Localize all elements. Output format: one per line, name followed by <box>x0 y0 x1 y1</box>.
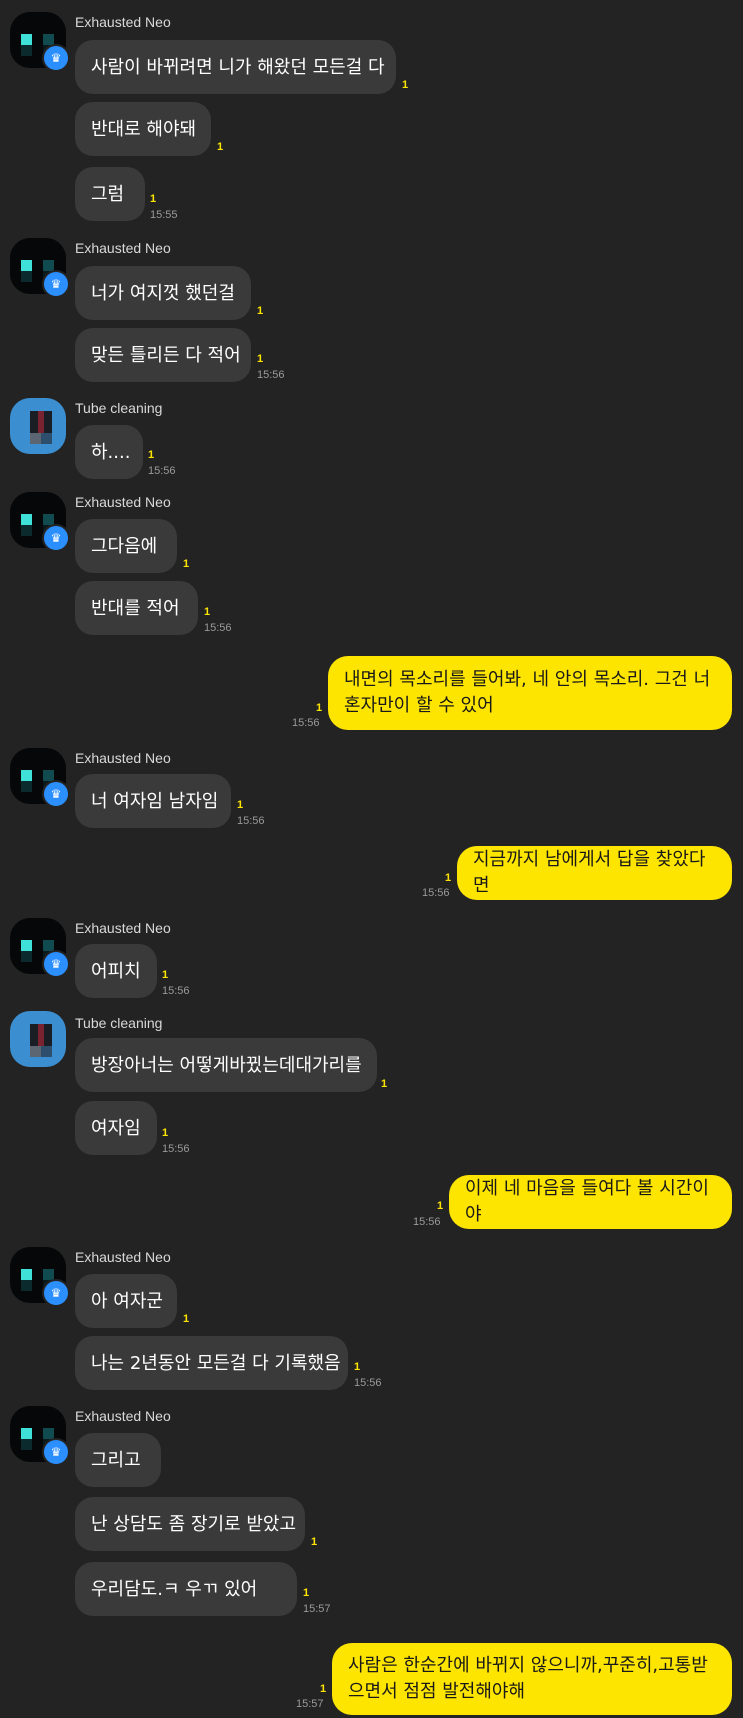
timestamp: 15:56 <box>422 887 450 899</box>
unread-count: 1 <box>402 79 409 91</box>
unread-count: 1 <box>303 1587 310 1599</box>
timestamp: 15:56 <box>162 985 190 997</box>
timestamp: 15:56 <box>413 1216 441 1228</box>
unread-count: 1 <box>162 969 169 981</box>
crown-icon: ♛ <box>42 1438 70 1466</box>
avatar[interactable]: ♛ <box>10 492 70 552</box>
crown-icon: ♛ <box>42 1279 70 1307</box>
message-bubble[interactable]: 어피치 <box>75 944 157 998</box>
message-bubble[interactable]: 우리담도.ㅋ 우ㄲ 있어 <box>75 1562 297 1616</box>
timestamp: 15:56 <box>162 1143 190 1155</box>
timestamp: 15:56 <box>237 815 265 827</box>
unread-count: 1 <box>320 1683 327 1695</box>
sender-name: Exhausted Neo <box>75 1408 171 1424</box>
crown-icon: ♛ <box>42 524 70 552</box>
avatar[interactable]: ♛ <box>10 1247 70 1307</box>
message-bubble[interactable]: 너 여자임 남자임 <box>75 774 231 828</box>
crown-icon: ♛ <box>42 44 70 72</box>
message-bubble[interactable]: 나는 2년동안 모든걸 다 기록했음 <box>75 1336 348 1390</box>
unread-count: 1 <box>183 558 190 570</box>
my-message-bubble[interactable]: 내면의 목소리를 들어봐, 네 안의 목소리. 그건 너 혼자만이 할 수 있어 <box>328 656 732 730</box>
sender-name: Exhausted Neo <box>75 920 171 936</box>
sender-name: Tube cleaning <box>75 400 163 416</box>
avatar[interactable]: ♛ <box>10 238 70 298</box>
avatar[interactable]: ♛ <box>10 1406 70 1466</box>
unread-count: 1 <box>381 1078 388 1090</box>
sender-name: Exhausted Neo <box>75 14 171 30</box>
message-bubble[interactable]: 아 여자군 <box>75 1274 177 1328</box>
my-message-bubble[interactable]: 이제 네 마음을 들여다 볼 시간이야 <box>449 1175 732 1229</box>
timestamp: 15:56 <box>257 369 285 381</box>
avatar[interactable]: ♛ <box>10 12 70 72</box>
message-bubble[interactable]: 그리고 <box>75 1433 161 1487</box>
unread-count: 1 <box>437 1200 444 1212</box>
unread-count: 1 <box>150 193 157 205</box>
message-bubble[interactable]: 방장아너는 어떻게바뀠는데대가리를 <box>75 1038 377 1092</box>
sender-name: Exhausted Neo <box>75 1249 171 1265</box>
timestamp: 15:57 <box>303 1603 331 1615</box>
message-bubble[interactable]: 사람이 바뀌려면 니가 해왔던 모든걸 다 <box>75 40 396 94</box>
unread-count: 1 <box>257 305 264 317</box>
avatar[interactable] <box>10 1011 66 1067</box>
crown-icon: ♛ <box>42 270 70 298</box>
message-bubble[interactable]: 난 상담도 좀 장기로 받았고 <box>75 1497 305 1551</box>
unread-count: 1 <box>148 449 155 461</box>
crown-icon: ♛ <box>42 950 70 978</box>
timestamp: 15:57 <box>296 1698 324 1710</box>
avatar[interactable] <box>10 398 66 454</box>
unread-count: 1 <box>204 606 211 618</box>
unread-count: 1 <box>257 353 264 365</box>
message-bubble[interactable]: 하.... <box>75 425 143 479</box>
unread-count: 1 <box>183 1313 190 1325</box>
sender-name: Exhausted Neo <box>75 750 171 766</box>
unread-count: 1 <box>316 702 323 714</box>
unread-count: 1 <box>217 141 224 153</box>
timestamp: 15:56 <box>204 622 232 634</box>
timestamp: 15:56 <box>354 1377 382 1389</box>
sender-name: Exhausted Neo <box>75 494 171 510</box>
unread-count: 1 <box>445 872 452 884</box>
message-bubble[interactable]: 그다음에 <box>75 519 177 573</box>
timestamp: 15:56 <box>148 465 176 477</box>
my-message-bubble[interactable]: 지금까지 남에게서 답을 찾았다면 <box>457 846 732 900</box>
message-bubble[interactable]: 여자임 <box>75 1101 157 1155</box>
my-message-bubble[interactable]: 사람은 한순간에 바뀌지 않으니까,꾸준히,고통받으면서 점점 발전해야해 <box>332 1643 732 1715</box>
message-bubble[interactable]: 반대를 적어 <box>75 581 198 635</box>
message-bubble[interactable]: 너가 여지껏 했던걸 <box>75 266 251 320</box>
sender-name: Exhausted Neo <box>75 240 171 256</box>
unread-count: 1 <box>354 1361 361 1373</box>
message-bubble[interactable]: 맞든 틀리든 다 적어 <box>75 328 251 382</box>
avatar[interactable]: ♛ <box>10 748 70 808</box>
message-bubble[interactable]: 반대로 해야돼 <box>75 102 211 156</box>
avatar[interactable]: ♛ <box>10 918 70 978</box>
unread-count: 1 <box>162 1127 169 1139</box>
unread-count: 1 <box>237 799 244 811</box>
message-bubble[interactable]: 그럼 <box>75 167 145 221</box>
timestamp: 15:55 <box>150 209 178 221</box>
unread-count: 1 <box>311 1536 318 1548</box>
sender-name: Tube cleaning <box>75 1015 163 1031</box>
timestamp: 15:56 <box>292 717 320 729</box>
crown-icon: ♛ <box>42 780 70 808</box>
